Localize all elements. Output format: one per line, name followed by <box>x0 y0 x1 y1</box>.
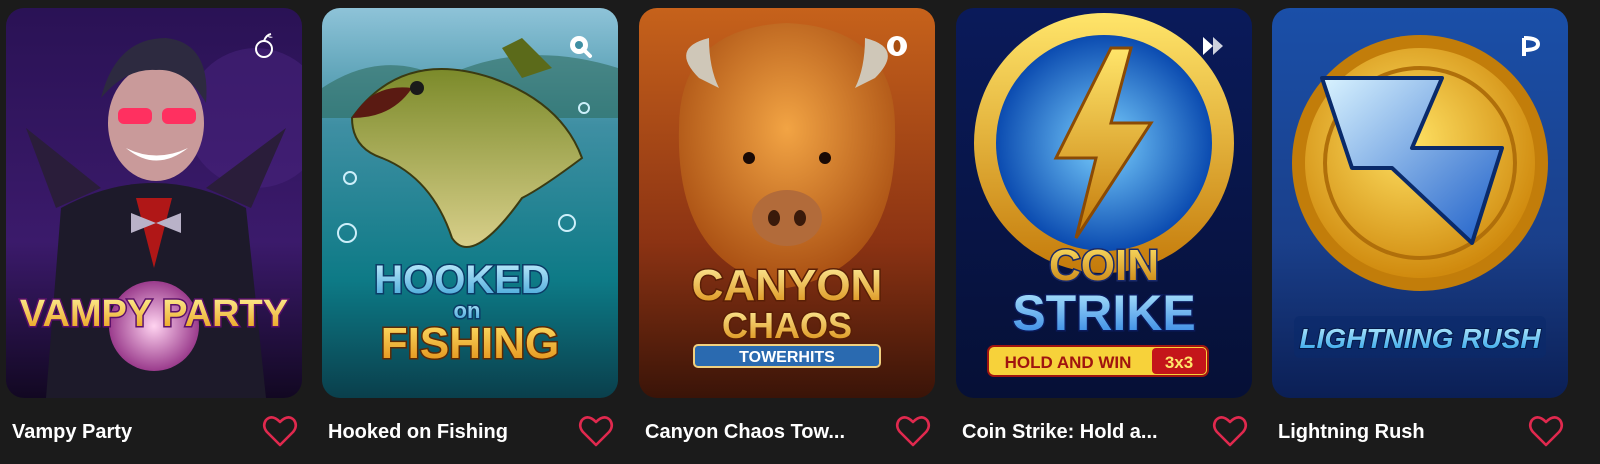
game-artwork: CANYON CHAOS TOWERHITS <box>639 8 935 398</box>
game-logo-text: 3x3 <box>1165 353 1193 372</box>
game-logo-text: HOLD AND WIN <box>1005 353 1132 372</box>
game-grid: VAMPY PARTY Vampy Party HOOKED on FISHIN… <box>0 0 1600 464</box>
game-card: CANYON CHAOS TOWERHITS Canyon Chaos Tow.… <box>639 0 935 464</box>
game-title[interactable]: Lightning Rush <box>1278 412 1508 452</box>
game-logo-text: CANYON <box>692 261 883 310</box>
game-card: LIGHTNING RUSH Lightning Rush <box>1272 0 1568 464</box>
game-logo-text: CHAOS <box>722 305 852 346</box>
game-logo-text: HOOKED <box>374 258 550 302</box>
heart-outline-icon[interactable] <box>262 414 298 448</box>
game-card: HOOKED on FISHING Hooked on Fishing <box>322 0 618 464</box>
game-logo-text: VAMPY PARTY <box>20 293 288 335</box>
game-title[interactable]: Coin Strike: Hold a... <box>962 412 1192 452</box>
game-artwork: HOOKED on FISHING <box>322 8 618 398</box>
game-artwork: COIN STRIKE HOLD AND WIN 3x3 <box>956 8 1252 398</box>
provider-q-icon <box>564 30 596 62</box>
game-logo-text: LIGHTNING RUSH <box>1299 323 1541 354</box>
pragmatic-cherry-icon <box>248 30 280 62</box>
game-artwork: LIGHTNING RUSH <box>1272 8 1568 398</box>
provider-ring-icon <box>881 30 913 62</box>
heart-outline-icon[interactable] <box>578 414 614 448</box>
heart-outline-icon[interactable] <box>1528 414 1564 448</box>
game-card: COIN STRIKE HOLD AND WIN 3x3 Coin Strike… <box>956 0 1252 464</box>
game-title[interactable]: Hooked on Fishing <box>328 412 558 452</box>
provider-p-icon <box>1514 30 1546 62</box>
game-logo-text: COIN <box>1049 241 1159 290</box>
game-tile-lightning-rush[interactable]: LIGHTNING RUSH <box>1272 8 1568 398</box>
game-tile-canyon-chaos[interactable]: CANYON CHAOS TOWERHITS <box>639 8 935 398</box>
game-artwork: VAMPY PARTY <box>6 8 302 398</box>
heart-outline-icon[interactable] <box>1212 414 1248 448</box>
game-tile-coin-strike[interactable]: COIN STRIKE HOLD AND WIN 3x3 <box>956 8 1252 398</box>
heart-outline-icon[interactable] <box>895 414 931 448</box>
game-logo-text: TOWERHITS <box>739 349 835 366</box>
provider-triangles-icon <box>1198 30 1230 62</box>
game-logo-text: STRIKE <box>1012 285 1195 341</box>
game-card: VAMPY PARTY Vampy Party <box>6 0 302 464</box>
game-logo-text: FISHING <box>381 319 559 368</box>
game-tile-vampy-party[interactable]: VAMPY PARTY <box>6 8 302 398</box>
game-tile-hooked-on-fishing[interactable]: HOOKED on FISHING <box>322 8 618 398</box>
game-title[interactable]: Vampy Party <box>12 412 242 452</box>
game-title[interactable]: Canyon Chaos Tow... <box>645 412 875 452</box>
